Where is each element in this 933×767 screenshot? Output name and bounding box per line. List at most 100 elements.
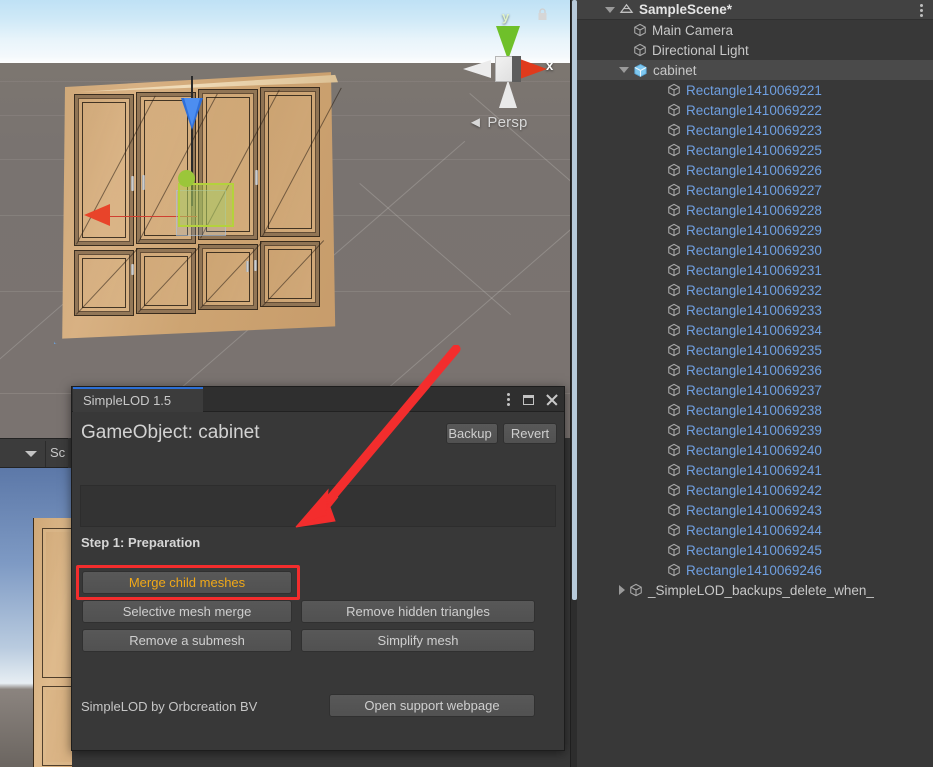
hierarchy-row[interactable]: Rectangle1410069223 (577, 120, 933, 140)
hierarchy-row[interactable]: Rectangle1410069232 (577, 280, 933, 300)
gameobject-icon (667, 163, 681, 177)
kebab-menu-icon[interactable] (505, 391, 512, 408)
gizmo-y-axis-arrow-inner (184, 98, 200, 126)
gizmo-axis-negy-cone[interactable] (499, 80, 517, 108)
gameobject-icon (667, 223, 681, 237)
hierarchy-row[interactable]: Rectangle1410069225 (577, 140, 933, 160)
hierarchy-row[interactable]: Rectangle1410069231 (577, 260, 933, 280)
tab-simplelod[interactable]: SimpleLOD 1.5 (73, 387, 203, 412)
gameobject-icon (667, 123, 681, 137)
gameobject-icon (667, 143, 681, 157)
hierarchy-row[interactable]: cabinet (577, 60, 933, 80)
hierarchy-row[interactable]: Rectangle1410069244 (577, 520, 933, 540)
tab-label: SimpleLOD 1.5 (83, 393, 172, 408)
remove-hidden-triangles-button[interactable]: Remove hidden triangles (301, 600, 535, 623)
hierarchy-row[interactable]: Rectangle1410069227 (577, 180, 933, 200)
kebab-menu-icon[interactable] (920, 4, 923, 17)
hierarchy-row-label: Rectangle1410069240 (686, 442, 822, 458)
merge-child-meshes-button[interactable]: Merge child meshes (82, 571, 292, 594)
revert-button[interactable]: Revert (503, 423, 557, 444)
hierarchy-row-label: Rectangle1410069230 (686, 242, 822, 258)
chevron-down-icon[interactable] (605, 6, 615, 13)
hierarchy-row-label: cabinet (653, 62, 697, 78)
gizmo-axis-x-cone[interactable] (517, 58, 547, 80)
close-icon[interactable] (545, 393, 558, 406)
panel-toolbar[interactable]: Sc (0, 438, 68, 468)
hierarchy-row[interactable]: Rectangle1410069237 (577, 380, 933, 400)
gameobject-icon (633, 23, 647, 37)
game-view-cabinet (33, 518, 72, 767)
hierarchy-row[interactable]: Rectangle1410069236 (577, 360, 933, 380)
hierarchy-row-label: Rectangle1410069246 (686, 562, 822, 578)
chevron-down-icon[interactable] (619, 67, 629, 73)
scene-view[interactable]: y x ◄ Persp (0, 0, 570, 438)
maximize-icon[interactable] (523, 394, 534, 405)
gameobject-icon (633, 43, 647, 57)
gizmo-z-axis-dot[interactable] (178, 170, 195, 187)
hierarchy-row[interactable]: Directional Light (577, 40, 933, 60)
gizmo-axis-y-cone[interactable] (496, 26, 520, 60)
hierarchy-row[interactable]: Rectangle1410069240 (577, 440, 933, 460)
lock-icon[interactable] (537, 8, 548, 21)
hierarchy-row-list: SampleScene* Main Camera Directional Light… (577, 0, 933, 600)
hierarchy-row-label: Rectangle1410069221 (686, 82, 822, 98)
game-view[interactable] (0, 468, 72, 767)
hierarchy-row[interactable]: Rectangle1410069241 (577, 460, 933, 480)
hierarchy-row-label: Rectangle1410069245 (686, 542, 822, 558)
gameobject-icon (667, 443, 681, 457)
selective-mesh-merge-button[interactable]: Selective mesh merge (82, 600, 292, 623)
gizmo-axis-negx-cone[interactable] (463, 60, 491, 78)
hierarchy-row[interactable]: Rectangle1410069233 (577, 300, 933, 320)
hierarchy-row-label: Rectangle1410069243 (686, 502, 822, 518)
hierarchy-row-label: Rectangle1410069244 (686, 522, 822, 538)
hierarchy-row[interactable]: Rectangle1410069245 (577, 540, 933, 560)
toolbar-label: Sc (50, 445, 66, 460)
gameobject-icon (667, 523, 681, 537)
transform-move-gizmo[interactable] (58, 68, 338, 340)
gameobject-header-row: GameObject: cabinet Backup Revert (72, 418, 564, 452)
hierarchy-row[interactable]: Rectangle1410069242 (577, 480, 933, 500)
scene-icon (619, 2, 634, 17)
hierarchy-row[interactable]: Rectangle1410069235 (577, 340, 933, 360)
hierarchy-row[interactable]: Rectangle1410069222 (577, 100, 933, 120)
step-1-heading: Step 1: Preparation (81, 535, 201, 550)
hierarchy-row-label: SampleScene* (639, 2, 733, 17)
hierarchy-row[interactable]: Rectangle1410069239 (577, 420, 933, 440)
hierarchy-row-label: _SimpleLOD_backups_delete_when_ (648, 582, 874, 598)
window-titlebar[interactable]: SimpleLOD 1.5 (72, 387, 564, 412)
hierarchy-row[interactable]: Rectangle1410069229 (577, 220, 933, 240)
open-support-webpage-button[interactable]: Open support webpage (329, 694, 535, 717)
gameobject-icon (667, 383, 681, 397)
projection-mode-label[interactable]: ◄ Persp (468, 114, 528, 131)
hierarchy-row[interactable]: Rectangle1410069246 (577, 560, 933, 580)
gizmo-plane-handle[interactable] (178, 183, 234, 227)
simplify-mesh-button[interactable]: Simplify mesh (301, 629, 535, 652)
hierarchy-row-label: Rectangle1410069223 (686, 122, 822, 138)
hierarchy-row-label: Rectangle1410069239 (686, 422, 822, 438)
hierarchy-row[interactable]: Rectangle1410069230 (577, 240, 933, 260)
hierarchy-row[interactable]: SampleScene* (577, 0, 933, 20)
gameobject-icon (667, 463, 681, 477)
game-view-panel (42, 528, 72, 678)
hierarchy-row[interactable]: Main Camera (577, 20, 933, 40)
prefab-icon (633, 63, 648, 78)
hierarchy-row[interactable]: Rectangle1410069243 (577, 500, 933, 520)
hierarchy-row[interactable]: Rectangle1410069221 (577, 80, 933, 100)
hierarchy-row[interactable]: Rectangle1410069226 (577, 160, 933, 180)
gizmo-x-axis-arrow[interactable] (84, 204, 110, 226)
gameobject-icon (667, 103, 681, 117)
hierarchy-row-label: Main Camera (652, 22, 734, 38)
gameobject-icon (667, 343, 681, 357)
hierarchy-row[interactable]: Rectangle1410069228 (577, 200, 933, 220)
backup-button[interactable]: Backup (446, 423, 498, 444)
hierarchy-panel[interactable]: SampleScene* Main Camera Directional Light… (570, 0, 933, 767)
hierarchy-row[interactable]: Rectangle1410069234 (577, 320, 933, 340)
hierarchy-row[interactable]: _SimpleLOD_backups_delete_when_ (577, 580, 933, 600)
gameobject-icon (667, 403, 681, 417)
hierarchy-row[interactable]: Rectangle1410069238 (577, 400, 933, 420)
remove-a-submesh-button[interactable]: Remove a submesh (82, 629, 292, 652)
hierarchy-row-label: Rectangle1410069225 (686, 142, 822, 158)
chevron-right-icon[interactable] (619, 585, 625, 595)
chevron-down-icon[interactable] (25, 451, 37, 457)
simplelod-window[interactable]: SimpleLOD 1.5 GameObject: cabinet Backup… (71, 386, 565, 751)
